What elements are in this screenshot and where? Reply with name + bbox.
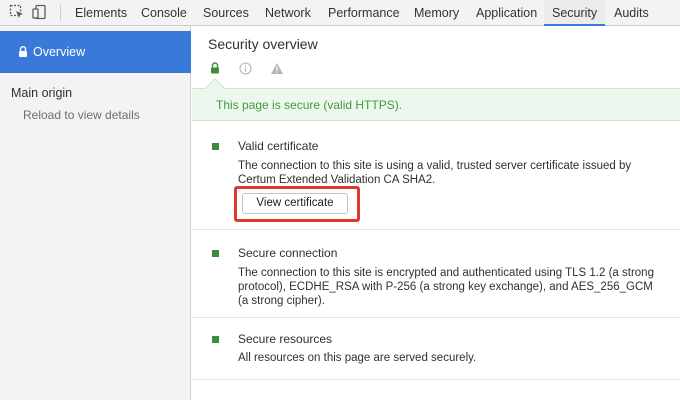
sidebar-item-overview[interactable]: Overview: [0, 31, 191, 73]
secure-status-text: This page is secure (valid HTTPS).: [216, 98, 403, 112]
section-title: Secure connection: [238, 246, 338, 260]
tab-network[interactable]: Network: [265, 0, 311, 25]
secure-status-dot: [212, 250, 219, 257]
secure-status-dot: [212, 143, 219, 150]
sidebar-main-origin-heading: Main origin: [11, 86, 73, 100]
devtools-tab-bar: Elements Console Sources Network Perform…: [0, 0, 680, 26]
device-toolbar-icon[interactable]: [32, 4, 48, 20]
warning-icon: [271, 63, 283, 74]
section-title: Secure resources: [238, 332, 333, 346]
lock-icon: [19, 46, 27, 57]
tab-performance[interactable]: Performance: [328, 0, 400, 25]
tab-memory[interactable]: Memory: [414, 0, 459, 25]
section-description: All resources on this page are served se…: [238, 352, 477, 364]
sidebar-reload-hint: Reload to view details: [23, 108, 140, 122]
tab-security[interactable]: Security: [544, 0, 606, 26]
section-description: The connection to this site is encrypted…: [238, 267, 654, 307]
sidebar-item-label: Overview: [33, 45, 86, 59]
section-description: The connection to this site is using a v…: [238, 160, 632, 186]
tab-console[interactable]: Console: [141, 0, 187, 25]
toolbar-separator: [60, 5, 61, 21]
security-sidebar: Overview Main origin Reload to view deta…: [0, 26, 191, 400]
section-secure-connection: Secure connection The connection to this…: [192, 230, 680, 318]
tab-audits[interactable]: Audits: [614, 0, 649, 25]
tab-sources[interactable]: Sources: [203, 0, 249, 25]
secure-status-dot: [212, 336, 219, 343]
page-title: Security overview: [208, 36, 318, 52]
info-icon: [239, 62, 252, 75]
section-title: Valid certificate: [238, 139, 319, 153]
lock-icon: [211, 62, 219, 74]
tab-elements[interactable]: Elements: [75, 0, 127, 25]
security-main-panel: Security overview This page is secure (v…: [192, 26, 680, 400]
section-secure-resources: Secure resources All resources on this p…: [192, 318, 680, 380]
tab-application[interactable]: Application: [476, 0, 537, 25]
secure-status-banner: This page is secure (valid HTTPS).: [192, 88, 680, 121]
view-certificate-button[interactable]: View certificate: [242, 193, 348, 214]
inspect-element-icon[interactable]: [9, 4, 25, 20]
